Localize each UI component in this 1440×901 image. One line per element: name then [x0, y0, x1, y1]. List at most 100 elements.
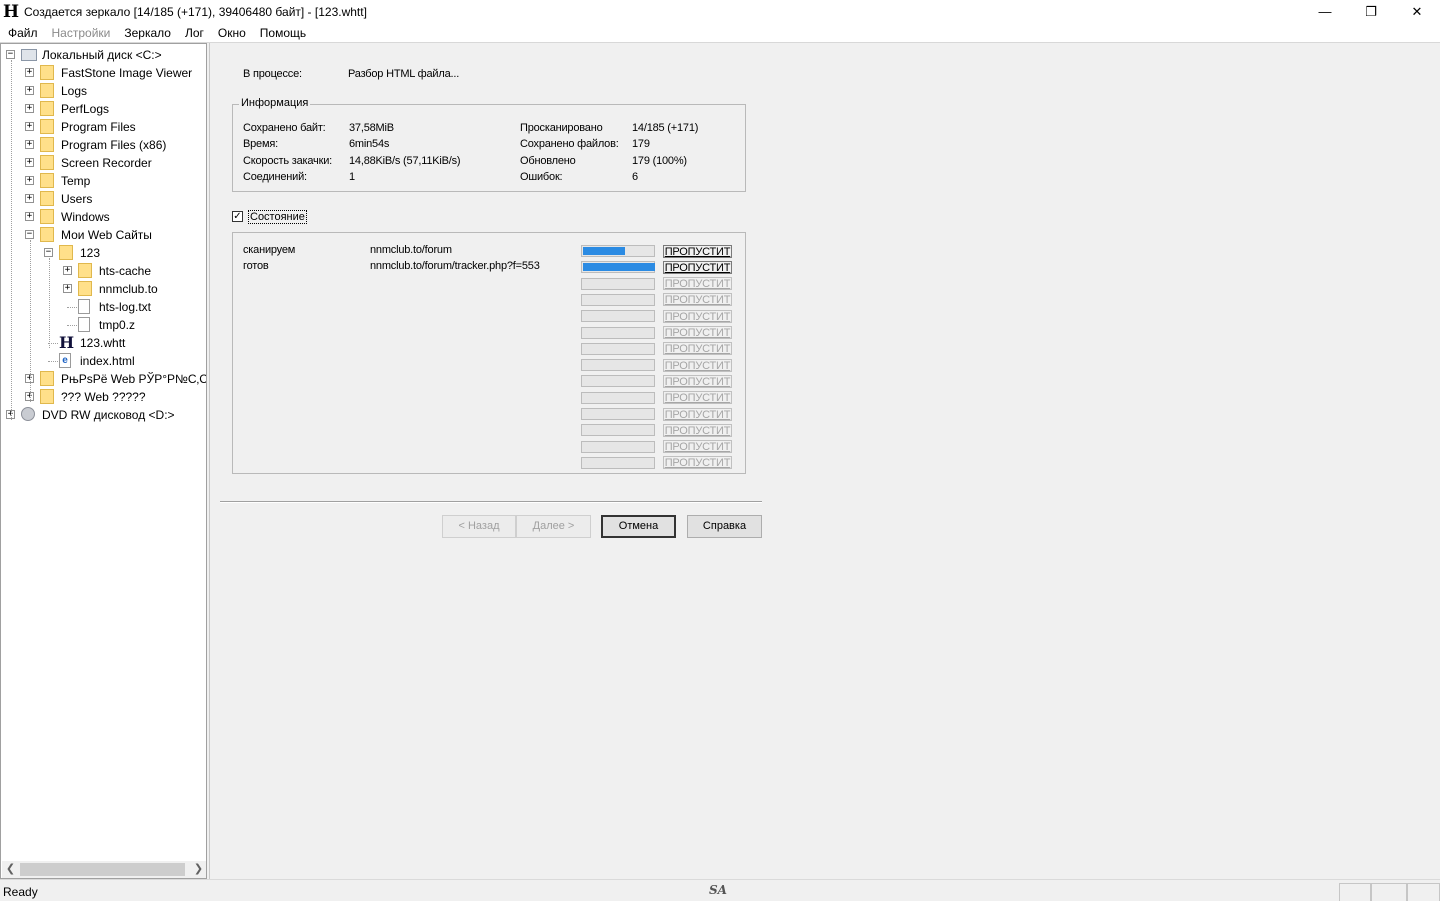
expand-plus-icon[interactable]: + — [63, 266, 72, 275]
minimize-button[interactable]: — — [1302, 0, 1348, 23]
menu-file[interactable]: Файл — [1, 26, 45, 40]
scroll-left-arrow-icon[interactable]: ❮ — [2, 861, 19, 878]
tree-item[interactable]: e index.html — [1, 352, 206, 370]
info-value: 14/185 (+171) — [632, 122, 699, 134]
folder-icon — [40, 371, 54, 386]
scrollbar-thumb[interactable] — [20, 863, 185, 876]
transfer-progress-bar — [581, 391, 655, 404]
folder-icon — [78, 281, 92, 296]
tree-item[interactable]: tmp0.z — [1, 316, 206, 334]
tree-item[interactable]: + Users — [1, 190, 206, 208]
expand-plus-icon[interactable]: + — [25, 176, 34, 185]
skip-button[interactable]: ПРОПУСТИТ — [663, 374, 732, 388]
tree-item[interactable]: + Temp — [1, 172, 206, 190]
tree-item[interactable]: + Program Files (x86) — [1, 136, 206, 154]
tree-item[interactable]: + DVD RW дисковод <D:> — [1, 406, 206, 424]
whtt-icon: H — [59, 333, 75, 352]
maximize-button[interactable]: ❐ — [1348, 0, 1394, 23]
tree-item-label: index.html — [80, 354, 135, 368]
tree-item[interactable]: − Локальный диск <C:> — [1, 46, 206, 64]
transfer-progress-bar — [581, 261, 655, 274]
tree-item-label: 123.whtt — [80, 336, 126, 350]
skip-button[interactable]: ПРОПУСТИТ — [663, 342, 732, 356]
skip-button[interactable]: ПРОПУСТИТ — [663, 309, 732, 323]
menu-window[interactable]: Окно — [211, 26, 253, 40]
tree-item[interactable]: + PerfLogs — [1, 100, 206, 118]
tree-item-label: ??? Web ????? — [61, 390, 146, 404]
back-button[interactable]: < Назад — [442, 515, 516, 538]
tree-item[interactable]: − 123 — [1, 244, 206, 262]
menu-settings[interactable]: Настройки — [45, 26, 118, 40]
help-button[interactable]: Справка — [687, 515, 762, 538]
tree-item-label: hts-log.txt — [99, 300, 152, 314]
skip-button[interactable]: ПРОПУСТИТ — [663, 293, 732, 307]
expand-plus-icon[interactable]: + — [25, 86, 34, 95]
expand-plus-icon[interactable]: + — [63, 284, 72, 293]
skip-button[interactable]: ПРОПУСТИТ — [663, 358, 732, 372]
window-controls: — ❐ ✕ — [1302, 0, 1440, 23]
tree-item[interactable]: hts-log.txt — [1, 298, 206, 316]
skip-button[interactable]: ПРОПУСТИТ — [663, 407, 732, 421]
expand-plus-icon[interactable]: + — [25, 140, 34, 149]
menu-bar: Файл Настройки Зеркало Лог Окно Помощь — [0, 23, 1440, 42]
tree-connector — [48, 361, 58, 362]
folder-icon — [40, 389, 54, 404]
status-panel — [1407, 883, 1440, 901]
skip-button[interactable]: ПРОПУСТИТ — [663, 456, 732, 470]
menu-mirror[interactable]: Зеркало — [117, 26, 178, 40]
expand-plus-icon[interactable]: + — [25, 104, 34, 113]
folder-icon — [40, 119, 54, 134]
folder-icon — [40, 137, 54, 152]
status-panel — [1339, 883, 1371, 901]
expand-plus-icon[interactable]: + — [25, 194, 34, 203]
skip-button[interactable]: ПРОПУСТИТ — [663, 260, 732, 274]
menu-help[interactable]: Помощь — [253, 26, 313, 40]
tree-item[interactable]: + Screen Recorder — [1, 154, 206, 172]
status-text: Ready — [3, 885, 38, 899]
tree-item[interactable]: + Windows — [1, 208, 206, 226]
in-process-label: В процессе: — [243, 68, 302, 80]
tree-item-label: FastStone Image Viewer — [61, 66, 193, 80]
skip-button[interactable]: ПРОПУСТИТ — [663, 391, 732, 405]
skip-button[interactable]: ПРОПУСТИТ — [663, 423, 732, 437]
status-bar: Ready SA — [0, 879, 1440, 901]
next-button[interactable]: Далее > — [516, 515, 591, 538]
httrack-app-icon: H — [2, 1, 20, 22]
state-checkbox[interactable]: ✓ — [232, 211, 243, 222]
tree-item[interactable]: H 123.whtt — [1, 334, 206, 352]
tree-item[interactable]: − Мои Web Сайты — [1, 226, 206, 244]
expand-plus-icon[interactable]: + — [25, 212, 34, 221]
skip-button[interactable]: ПРОПУСТИТ — [663, 440, 732, 454]
transfer-status: готов — [243, 260, 269, 273]
tree-horizontal-scrollbar[interactable]: ❮ ❯ — [2, 861, 206, 878]
expand-plus-icon[interactable]: + — [25, 158, 34, 167]
tree-item[interactable]: + РњРѕРё Web РЎР°Р№С‚С‹ — [1, 370, 206, 388]
tree-item[interactable]: +??? Web ????? — [1, 388, 206, 406]
tree-item[interactable]: + Program Files — [1, 118, 206, 136]
collapse-minus-icon[interactable]: − — [44, 248, 53, 257]
state-checkbox-label[interactable]: Состояние — [248, 210, 307, 224]
info-label: Сохранено файлов: — [520, 138, 619, 150]
skip-button[interactable]: ПРОПУСТИТ — [663, 244, 732, 258]
tree-item[interactable]: + hts-cache — [1, 262, 206, 280]
menu-log[interactable]: Лог — [178, 26, 211, 40]
skip-button[interactable]: ПРОПУСТИТ — [663, 326, 732, 339]
cancel-button[interactable]: Отмена — [601, 515, 676, 538]
sa-logo-icon: SA — [709, 883, 727, 897]
close-button[interactable]: ✕ — [1394, 0, 1440, 23]
tree-item[interactable]: + Logs — [1, 82, 206, 100]
collapse-minus-icon[interactable]: − — [25, 230, 34, 239]
tree-connector — [67, 307, 77, 308]
drive-icon — [21, 49, 37, 61]
expand-plus-icon[interactable]: + — [25, 122, 34, 131]
mirror-progress-panel: В процессе: Разбор HTML файла... Информа… — [209, 43, 1440, 879]
tree-item[interactable]: + FastStone Image Viewer — [1, 64, 206, 82]
expand-plus-icon[interactable]: + — [25, 68, 34, 77]
state-group: сканируем nnmclub.to/forum ПРОПУСТИТ готов n… — [232, 232, 746, 474]
scroll-right-arrow-icon[interactable]: ❯ — [190, 861, 206, 878]
collapse-minus-icon[interactable]: − — [6, 50, 15, 59]
folder-tree[interactable]: − Локальный диск <C:> + FastStone Image Vie… — [0, 43, 207, 879]
skip-button[interactable]: ПРОПУСТИТ — [663, 277, 732, 291]
tree-item[interactable]: + nnmclub.to — [1, 280, 206, 298]
html-icon: e — [59, 353, 71, 368]
